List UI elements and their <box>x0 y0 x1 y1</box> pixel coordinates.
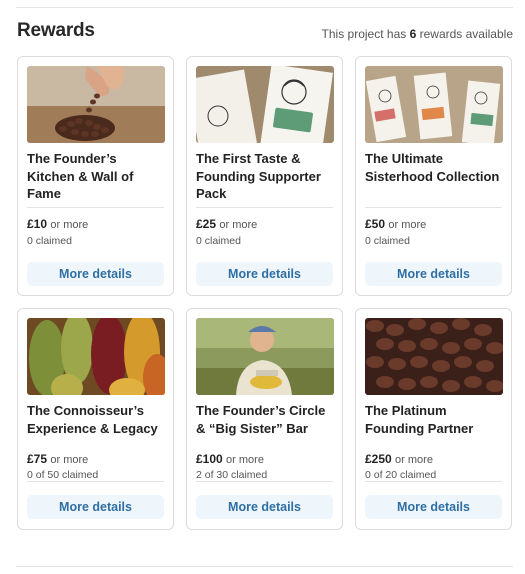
price-amount: £250 <box>365 452 392 466</box>
price-suffix: or more <box>388 219 427 231</box>
price-suffix: or more <box>395 454 433 466</box>
reward-price: £10 or more <box>27 217 88 231</box>
claimed-count: 0 claimed <box>27 235 72 247</box>
rewards-count: This project has 6 rewards available <box>322 27 513 41</box>
claimed-count: 0 claimed <box>365 235 410 247</box>
reward-price: £25 or more <box>196 217 257 231</box>
rewards-grid-row-2: The Connoisseur’s Experience & Legacy £7… <box>17 308 513 530</box>
reward-price: £50 or more <box>365 217 426 231</box>
more-details-button[interactable]: More details <box>27 495 164 519</box>
price-suffix: or more <box>226 454 264 466</box>
price-amount: £25 <box>196 217 217 231</box>
cacao-pods-image <box>27 318 165 395</box>
price-amount: £75 <box>27 452 48 466</box>
chocolate-bars-trio-image <box>365 66 503 143</box>
reward-card[interactable]: The Founder’s Circle & “Big Sister” Bar … <box>186 308 343 530</box>
claimed-count: 0 of 50 claimed <box>27 469 99 481</box>
top-divider <box>16 7 513 8</box>
card-divider <box>196 207 333 208</box>
claimed-count: 0 claimed <box>196 235 241 247</box>
farmer-with-pod-image <box>196 318 334 395</box>
card-divider <box>196 481 333 482</box>
more-details-button[interactable]: More details <box>365 495 502 519</box>
reward-name: The Ultimate Sisterhood Collection <box>365 151 500 184</box>
rewards-count-prefix: This project has <box>321 27 410 41</box>
rewards-count-suffix: rewards available <box>416 27 513 41</box>
reward-name: The First Taste & Founding Supporter Pac… <box>196 151 321 201</box>
card-divider <box>365 207 502 208</box>
price-suffix: or more <box>50 454 89 466</box>
price-amount: £50 <box>365 217 386 231</box>
rewards-grid: The Founder’s Kitchen & Wall of Fame £10… <box>17 56 513 296</box>
card-divider <box>27 207 164 208</box>
reward-name: The Founder’s Circle & “Big Sister” Bar <box>196 403 326 436</box>
more-details-button[interactable]: More details <box>27 262 164 286</box>
more-details-button[interactable]: More details <box>196 495 333 519</box>
rewards-title: Rewards <box>17 20 95 41</box>
card-divider <box>27 481 164 482</box>
reward-name: The Founder’s Kitchen & Wall of Fame <box>27 151 134 201</box>
reward-name: The Platinum Founding Partner <box>365 403 474 436</box>
claimed-count: 2 of 30 claimed <box>196 469 268 481</box>
card-divider <box>365 481 502 482</box>
price-amount: £100 <box>196 452 223 466</box>
price-amount: £10 <box>27 217 48 231</box>
reward-card[interactable]: The Founder’s Kitchen & Wall of Fame £10… <box>17 56 174 296</box>
reward-price: £100 or more <box>196 452 264 466</box>
rewards-header: Rewards This project has 6 rewards avail… <box>17 20 513 44</box>
cacao-beans-hand-image <box>27 66 165 143</box>
reward-price: £75 or more <box>27 452 88 466</box>
reward-card[interactable]: The Platinum Founding Partner £250 or mo… <box>355 308 512 530</box>
price-suffix: or more <box>50 219 89 231</box>
more-details-button[interactable]: More details <box>196 262 333 286</box>
claimed-count: 0 of 20 claimed <box>365 469 437 481</box>
roasted-beans-image <box>365 318 503 395</box>
more-details-button[interactable]: More details <box>365 262 502 286</box>
price-suffix: or more <box>219 219 258 231</box>
chocolate-bar-packaging-image <box>196 66 334 143</box>
reward-card[interactable]: The First Taste & Founding Supporter Pac… <box>186 56 343 296</box>
reward-card[interactable]: The Ultimate Sisterhood Collection £50 o… <box>355 56 512 296</box>
reward-name: The Connoisseur’s Experience & Legacy <box>27 403 158 436</box>
bottom-divider <box>16 566 513 567</box>
reward-price: £250 or more <box>365 452 433 466</box>
reward-card[interactable]: The Connoisseur’s Experience & Legacy £7… <box>17 308 174 530</box>
